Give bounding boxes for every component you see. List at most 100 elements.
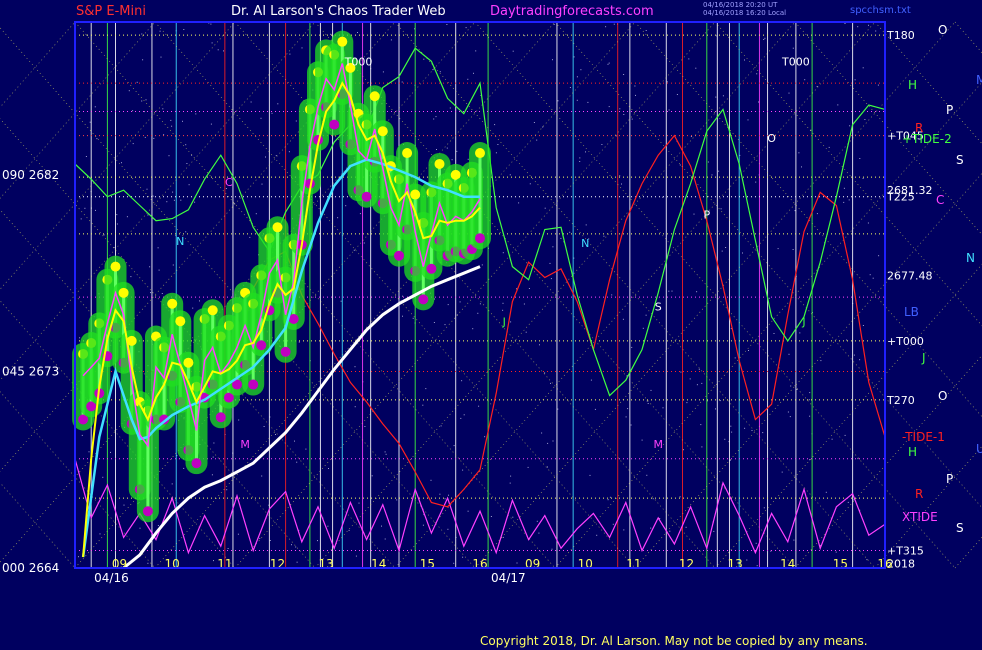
star-dot bbox=[126, 216, 128, 218]
star-dot bbox=[730, 425, 732, 427]
star-dot bbox=[552, 59, 553, 61]
star-dot bbox=[96, 138, 98, 140]
star-dot bbox=[849, 125, 851, 127]
star-dot bbox=[317, 540, 318, 542]
star-dot bbox=[696, 291, 698, 293]
right-level-label: +T000 bbox=[887, 335, 924, 348]
star-dot bbox=[789, 416, 791, 418]
star-dot bbox=[859, 359, 861, 361]
high-dot bbox=[475, 148, 485, 159]
planet-letter: O bbox=[938, 23, 947, 37]
star-dot bbox=[84, 207, 86, 209]
low-dot bbox=[280, 346, 291, 357]
star-dot bbox=[294, 440, 295, 442]
star-dot bbox=[607, 63, 609, 65]
star-dot bbox=[463, 414, 465, 416]
star-dot bbox=[146, 188, 148, 190]
star-dot bbox=[518, 202, 520, 204]
star-dot bbox=[668, 290, 670, 292]
legend-entry: XTIDE bbox=[902, 510, 938, 524]
star-dot bbox=[439, 71, 441, 73]
star-dot bbox=[478, 405, 480, 407]
star-dot bbox=[502, 252, 504, 254]
star-dot bbox=[862, 325, 864, 326]
star-dot bbox=[358, 502, 360, 504]
star-dot bbox=[683, 449, 684, 451]
star-dot bbox=[354, 366, 356, 368]
star-dot bbox=[828, 146, 830, 148]
star-dot bbox=[790, 385, 792, 387]
star-dot bbox=[528, 288, 530, 289]
star-dot bbox=[162, 108, 164, 110]
star-dot bbox=[630, 424, 632, 426]
star-dot bbox=[547, 442, 549, 444]
star-dot bbox=[473, 72, 474, 74]
star-dot bbox=[260, 117, 262, 119]
star-dot bbox=[301, 47, 303, 49]
star-dot bbox=[136, 81, 138, 83]
star-dot bbox=[631, 346, 633, 348]
star-dot bbox=[722, 95, 724, 97]
right-level-label: T180 bbox=[886, 29, 915, 42]
star-dot bbox=[666, 81, 668, 83]
star-dot bbox=[467, 78, 469, 80]
star-dot bbox=[539, 344, 540, 346]
star-dot bbox=[848, 199, 850, 201]
low-dot bbox=[256, 340, 267, 351]
chart-annotation: C bbox=[225, 176, 233, 189]
star-dot bbox=[166, 201, 168, 203]
planet-letter: C bbox=[936, 193, 944, 207]
star-dot bbox=[172, 264, 174, 266]
right-level-label: T225 bbox=[886, 191, 915, 204]
star-dot bbox=[183, 467, 185, 469]
star-dot bbox=[199, 300, 200, 302]
star-dot bbox=[541, 432, 543, 434]
angle-line-down bbox=[0, 482, 76, 569]
star-dot bbox=[446, 24, 448, 25]
star-dot bbox=[359, 213, 361, 215]
star-dot bbox=[456, 150, 458, 152]
star-dot bbox=[255, 213, 257, 215]
site-link[interactable]: Daytradingforecasts.com bbox=[490, 4, 654, 19]
star-dot bbox=[641, 439, 643, 441]
star-dot bbox=[103, 234, 105, 236]
star-dot bbox=[423, 58, 425, 60]
star-dot bbox=[875, 30, 877, 32]
star-dot bbox=[550, 278, 552, 280]
star-dot bbox=[460, 417, 462, 419]
star-dot bbox=[430, 479, 432, 481]
low-dot bbox=[215, 412, 226, 423]
star-dot bbox=[147, 214, 149, 216]
star-dot bbox=[847, 501, 849, 503]
star-dot bbox=[305, 448, 307, 450]
timestamp-local: 04/16/2018 16:20 Local bbox=[703, 9, 787, 17]
star-dot bbox=[296, 461, 298, 463]
star-dot bbox=[809, 392, 811, 394]
star-dot bbox=[357, 32, 358, 33]
star-dot bbox=[484, 436, 486, 438]
star-dot bbox=[249, 236, 251, 238]
star-dot bbox=[271, 112, 273, 114]
star-dot bbox=[99, 533, 101, 535]
chart-title: Dr. Al Larson's Chaos Trader Web bbox=[231, 4, 446, 19]
star-dot bbox=[144, 136, 146, 138]
star-dot bbox=[608, 106, 610, 108]
planet-letter: S bbox=[956, 153, 964, 167]
star-dot bbox=[467, 510, 469, 512]
star-dot bbox=[609, 496, 611, 498]
star-dot bbox=[85, 156, 87, 157]
star-dot bbox=[820, 360, 822, 362]
star-dot bbox=[139, 527, 141, 529]
star-dot bbox=[88, 451, 90, 453]
star-dot bbox=[328, 468, 329, 469]
star-dot bbox=[573, 56, 575, 58]
star-dot bbox=[721, 250, 723, 252]
star-dot bbox=[623, 529, 625, 531]
star-dot bbox=[698, 368, 700, 370]
star-dot bbox=[799, 332, 801, 334]
high-dot bbox=[434, 158, 445, 169]
star-dot bbox=[857, 26, 859, 28]
star-dot bbox=[212, 456, 214, 458]
date-label: 04/16 bbox=[94, 571, 129, 585]
star-dot bbox=[210, 123, 212, 125]
